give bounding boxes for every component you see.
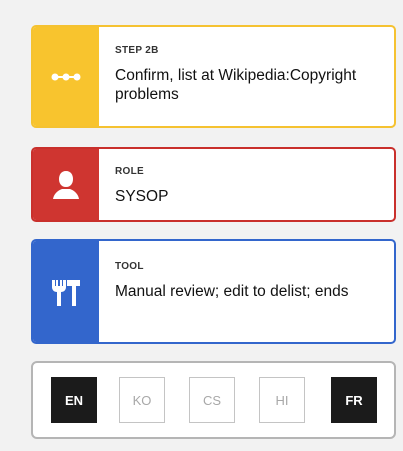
role-card: ROLE SYSOP: [31, 147, 396, 222]
tools-icon: [52, 279, 80, 306]
language-button-hi[interactable]: HI: [259, 377, 305, 423]
language-selector: EN KO CS HI FR: [31, 361, 396, 439]
role-text: SYSOP: [115, 188, 169, 205]
tool-card: TOOL Manual review; edit to delist; ends: [31, 239, 396, 344]
step-text: Confirm, list at Wikipedia:Copyright pro…: [115, 67, 357, 103]
tool-kicker: TOOL: [115, 261, 144, 272]
language-button-cs[interactable]: CS: [189, 377, 235, 423]
step-icon-strip: [33, 27, 99, 126]
language-button-ko[interactable]: KO: [119, 377, 165, 423]
tool-icon-strip: [33, 241, 99, 342]
language-button-fr[interactable]: FR: [331, 377, 377, 423]
language-button-en[interactable]: EN: [51, 377, 97, 423]
role-kicker: ROLE: [115, 166, 144, 177]
step-kicker: STEP 2B: [115, 45, 159, 56]
tool-text: Manual review; edit to delist; ends: [115, 283, 349, 300]
step-card: STEP 2B Confirm, list at Wikipedia:Copyr…: [31, 25, 396, 128]
dots-icon: [51, 73, 81, 80]
role-icon-strip: [33, 149, 99, 220]
user-icon: [53, 170, 79, 199]
